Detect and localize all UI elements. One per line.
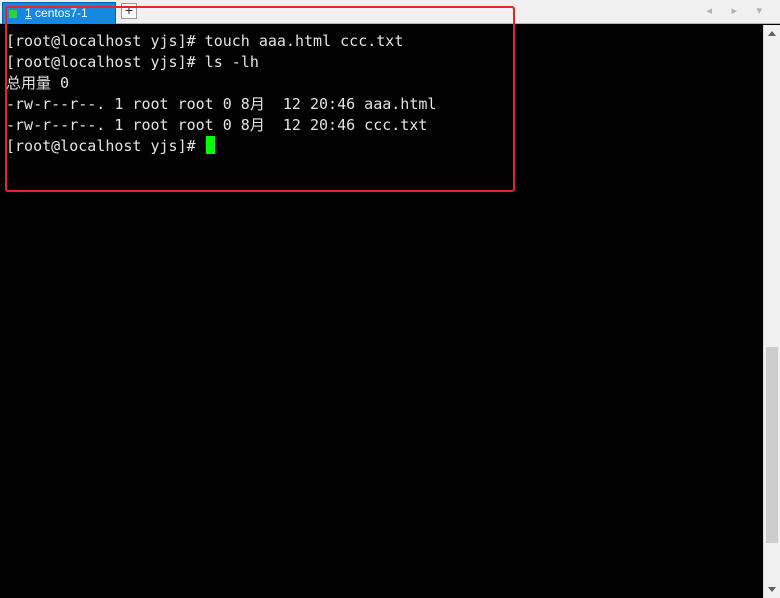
tab-nav-arrows[interactable]: ◂ ▸ ▾ (706, 4, 770, 17)
terminal-line: [root@localhost yjs]# ls -lh (6, 53, 259, 71)
text-cursor (205, 136, 215, 154)
tab-label: 1 centos7-1 (25, 6, 88, 20)
terminal-line: -rw-r--r--. 1 root root 0 8月 12 20:46 aa… (6, 95, 437, 113)
tab-bar: 1 centos7-1 + ◂ ▸ ▾ (0, 0, 780, 24)
tab-title: centos7-1 (35, 6, 88, 20)
plus-icon: + (124, 2, 134, 18)
scrollbar-thumb[interactable] (766, 347, 778, 543)
prompt-text: [root@localhost yjs]# (6, 137, 205, 155)
terminal-line: 总用量 0 (6, 74, 70, 92)
terminal-prompt-line[interactable]: [root@localhost yjs]# (6, 136, 215, 156)
vertical-scrollbar[interactable] (763, 25, 780, 598)
terminal-line: -rw-r--r--. 1 root root 0 8月 12 20:46 cc… (6, 116, 428, 134)
terminal-line: [root@localhost yjs]# touch aaa.html ccc… (6, 32, 404, 50)
tab-number: 1 (25, 6, 32, 20)
tab-status-icon (9, 10, 17, 18)
tab-centos7-1[interactable]: 1 centos7-1 (2, 2, 116, 24)
arrow-up-icon[interactable] (768, 31, 776, 36)
arrow-down-icon[interactable] (768, 587, 776, 592)
terminal-output[interactable]: [root@localhost yjs]# touch aaa.html ccc… (0, 25, 763, 598)
add-tab-button[interactable]: + (121, 3, 137, 19)
